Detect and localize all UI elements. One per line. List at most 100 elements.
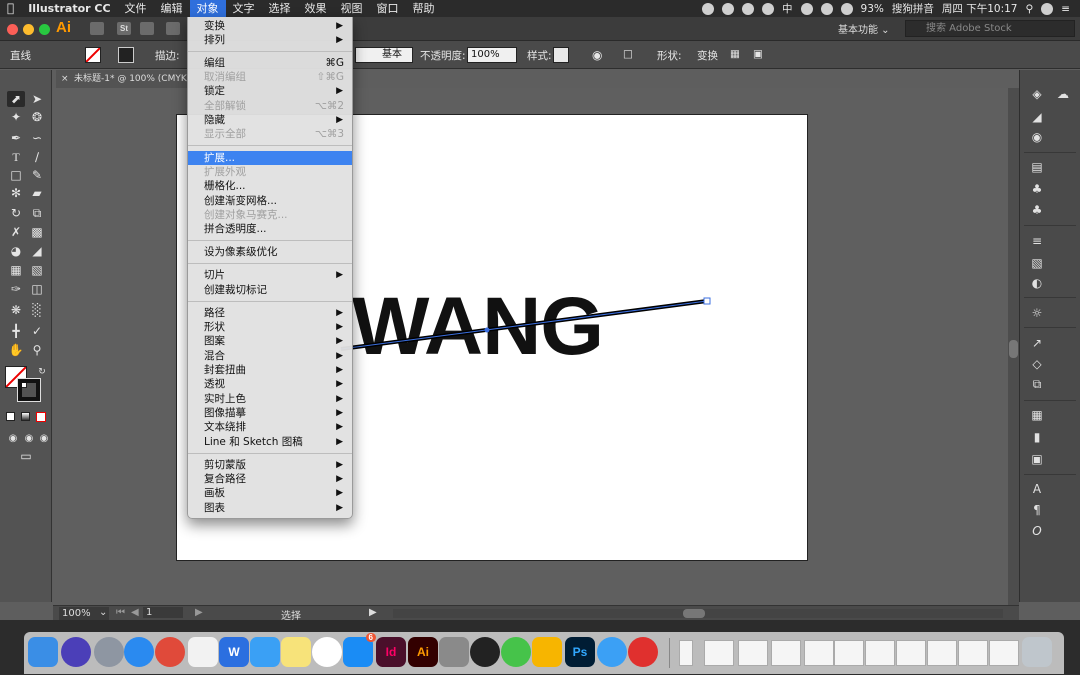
input-method[interactable]: 搜狗拼音 [892, 1, 934, 16]
graphic-styles-icon[interactable]: ♣ [1030, 203, 1044, 217]
draw-inside-icon[interactable]: ◉ [35, 430, 53, 446]
menu-item-live-paint[interactable]: 实时上色 ▶ [188, 392, 352, 406]
stroke-swatch[interactable] [118, 47, 134, 63]
style-swatch[interactable] [553, 47, 569, 63]
vertical-scroll-thumb[interactable] [1009, 340, 1018, 358]
selection-tool-icon[interactable]: ⬈ [7, 91, 25, 107]
horizontal-scroll-thumb[interactable] [683, 609, 705, 618]
bridge-icon[interactable] [90, 22, 104, 35]
eraser-tool-icon[interactable]: ▰ [28, 185, 46, 201]
rotate-tool-icon[interactable]: ↻ [7, 205, 25, 221]
dock-siri[interactable] [61, 637, 91, 667]
color-guide-icon[interactable]: ◢ [1030, 110, 1044, 124]
shaper-tool-icon[interactable]: ✻ [7, 185, 25, 201]
notification-center-icon[interactable]: ≡ [1061, 3, 1070, 15]
dock-app-store[interactable]: 6 [343, 633, 376, 667]
menu-item-pattern[interactable]: 图案 ▶ [188, 334, 352, 348]
next-artboard-icon[interactable]: ▶ [195, 607, 203, 618]
menu-item-lock[interactable]: 锁定 ▶ [188, 84, 352, 98]
arrange-documents-icon[interactable] [140, 22, 154, 35]
dock-netease-music[interactable] [628, 637, 658, 667]
menu-item-blend[interactable]: 混合 ▶ [188, 349, 352, 363]
dock-trash-icon[interactable] [1022, 637, 1052, 667]
dock-doc-9[interactable] [927, 640, 957, 666]
width-tool-icon[interactable]: ✗ [7, 224, 25, 240]
dock-illustrator[interactable]: Ai [408, 637, 438, 667]
dock-doc-8[interactable] [896, 640, 926, 666]
status-menu-icon[interactable]: ▶ [369, 607, 377, 618]
swap-colors-icon[interactable]: ↻ [33, 364, 51, 380]
dock-indesign[interactable]: Id [376, 637, 406, 667]
menu-file[interactable]: 文件 [118, 0, 154, 17]
dock-photoshop[interactable]: Ps [565, 637, 595, 667]
dock-doc-2[interactable] [704, 640, 734, 666]
menu-item-pixel-perfect[interactable]: 设为像素级优化 [188, 245, 352, 259]
dock-doc-6[interactable] [834, 640, 864, 666]
libraries-icon[interactable]: ☁ [1056, 87, 1070, 101]
gradient-tool-icon[interactable]: ▧ [28, 262, 46, 278]
menu-item-arrange[interactable]: 排列 ▶ [188, 33, 352, 47]
image-trace-icon[interactable]: ☼ [1030, 306, 1044, 320]
align-icon[interactable]: □ [623, 48, 633, 60]
user-avatar-icon[interactable] [1041, 2, 1054, 15]
first-artboard-icon[interactable]: ⏮ [116, 607, 125, 618]
opentype-icon[interactable]: O [1030, 524, 1044, 538]
menu-item-shape[interactable]: 形状 ▶ [188, 320, 352, 334]
dock-doc-3[interactable] [738, 640, 768, 666]
dock-preview[interactable] [188, 637, 218, 667]
wechat-status-icon[interactable] [702, 2, 715, 15]
blend-tool-icon[interactable]: ◫ [28, 281, 46, 297]
mesh-tool-icon[interactable]: ▦ [7, 262, 25, 278]
anchor-point-end[interactable] [703, 297, 711, 305]
menu-item-transform[interactable]: 变换 ▶ [188, 19, 352, 33]
menu-item-envelope-distort[interactable]: 封套扭曲 ▶ [188, 363, 352, 377]
rectangle-tool-icon[interactable]: □ [7, 167, 25, 183]
shape-builder-tool-icon[interactable]: ◕ [7, 243, 25, 259]
menu-item-expand[interactable]: 扩展... [188, 151, 352, 165]
dock-photos[interactable] [312, 637, 342, 667]
stroke-color-icon[interactable] [17, 378, 41, 402]
menu-item-image-trace[interactable]: 图像描摹 ▶ [188, 406, 352, 420]
anchor-point-center[interactable] [484, 327, 490, 333]
dock-mail[interactable] [250, 637, 280, 667]
menu-help[interactable]: 帮助 [406, 0, 442, 17]
mic-status-icon[interactable] [762, 2, 775, 15]
stock-search-input[interactable]: 搜索 Adobe Stock [905, 20, 1075, 37]
dock-doc-1[interactable] [679, 640, 693, 666]
vertical-scrollbar[interactable] [1008, 88, 1019, 605]
apple-icon[interactable]:  [0, 0, 21, 17]
menu-item-text-wrap[interactable]: 文本绕排 ▶ [188, 420, 352, 434]
menu-item-perspective[interactable]: 透视 ▶ [188, 377, 352, 391]
menu-effect[interactable]: 效果 [298, 0, 334, 17]
workspace-switcher[interactable]: 基本功能 ⌄ [838, 21, 890, 36]
wifi-icon[interactable] [820, 2, 833, 15]
clock[interactable]: 周四 下午10:17 [942, 1, 1018, 16]
dock-messages[interactable] [597, 637, 627, 667]
artboards-panel-icon[interactable]: ⧉ [1030, 377, 1044, 391]
dock-wps[interactable]: W [219, 637, 249, 667]
column-graph-tool-icon[interactable]: ░ [28, 302, 46, 318]
menu-select[interactable]: 选择 [262, 0, 298, 17]
layers-icon[interactable]: ◇ [1030, 357, 1044, 371]
menu-item-rasterize[interactable]: 栅格化... [188, 179, 352, 193]
symbol-sprayer-tool-icon[interactable]: ❋ [7, 302, 25, 318]
menu-edit[interactable]: 编辑 [154, 0, 190, 17]
free-transform-tool-icon[interactable]: ▩ [28, 224, 46, 240]
artboard-tool-icon[interactable]: ╋ [7, 323, 25, 339]
menu-item-graph[interactable]: 图表 ▶ [188, 501, 352, 515]
align-panel-icon[interactable]: ▮ [1030, 430, 1044, 444]
brushes-icon[interactable]: ▤ [1030, 160, 1044, 174]
curvature-tool-icon[interactable]: ∽ [28, 130, 46, 146]
menu-view[interactable]: 视图 [334, 0, 370, 17]
tool-status-icon[interactable] [742, 2, 755, 15]
stroke-panel-icon[interactable]: ≡ [1030, 234, 1044, 248]
menu-item-line-sketch[interactable]: Line 和 Sketch 图稿 ▶ [188, 435, 352, 449]
pathfinder-icon[interactable]: ▣ [1030, 452, 1044, 466]
menu-window[interactable]: 窗口 [370, 0, 406, 17]
menu-item-trim-marks[interactable]: 创建裁切标记 [188, 283, 352, 297]
gpu-performance-icon[interactable] [166, 22, 180, 35]
gradient-panel-icon[interactable]: ▧ [1030, 256, 1044, 270]
lasso-tool-icon[interactable]: ❂ [28, 109, 46, 125]
dock-sketch[interactable] [532, 637, 562, 667]
dock-launchpad[interactable] [94, 637, 124, 667]
